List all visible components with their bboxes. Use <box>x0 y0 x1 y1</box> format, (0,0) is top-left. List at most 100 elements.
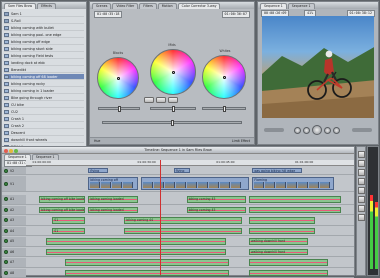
video-clip[interactable]: Flaming <box>252 177 334 190</box>
tab-video-filter[interactable]: Video Filter <box>112 3 138 9</box>
browser-item[interactable]: Sam 1 <box>4 11 84 17</box>
browser-item[interactable]: CU bike <box>4 102 84 108</box>
mids-color-wheel[interactable] <box>150 49 196 95</box>
next-edit-button[interactable] <box>333 127 340 134</box>
video-clip[interactable] <box>141 177 249 190</box>
track-visibility-icon[interactable] <box>4 239 8 243</box>
previous-edit-button[interactable] <box>294 127 301 134</box>
audio-clip[interactable]: biking coming 44 <box>124 217 242 224</box>
track-visibility-icon[interactable] <box>4 229 8 233</box>
tab-scenes[interactable]: Scenes <box>92 3 111 9</box>
audio-clip[interactable]: S1 <box>52 217 85 224</box>
audio-level-line[interactable] <box>250 231 314 232</box>
track-visibility-icon[interactable] <box>4 250 8 254</box>
mids-level-slider[interactable] <box>150 107 196 110</box>
audio-clip[interactable] <box>249 217 315 224</box>
browser-item[interactable]: Crash 1 <box>4 116 84 122</box>
pen-tool-icon[interactable] <box>358 196 365 203</box>
audio-clip[interactable] <box>249 270 328 277</box>
browser-item[interactable]: S-Roll <box>4 18 84 24</box>
browser-item[interactable]: biking coming stunt side <box>4 46 84 52</box>
browser-item[interactable]: Crash 2 <box>4 123 84 129</box>
auto-contrast-button[interactable] <box>156 97 166 103</box>
audio-clip[interactable]: biking coming off bike loaded <box>39 196 85 203</box>
track-header[interactable]: A3 <box>2 216 26 225</box>
mids-balance-puck[interactable] <box>172 71 175 74</box>
blacks-balance-puck[interactable] <box>117 77 120 80</box>
browser-item[interactable]: Descent <box>4 130 84 136</box>
tab-color-corrector[interactable]: Color Corrector 3-way <box>178 3 221 9</box>
track-visibility-icon[interactable] <box>4 208 8 212</box>
audio-level-line[interactable] <box>66 273 228 274</box>
track-header[interactable]: A5 <box>2 237 26 246</box>
blacks-color-wheel[interactable] <box>97 57 139 99</box>
selection-tool-icon[interactable] <box>358 151 365 158</box>
track-visibility-icon[interactable] <box>4 271 8 275</box>
audio-clip[interactable] <box>124 228 242 235</box>
tab-filters[interactable]: Filters <box>139 3 157 9</box>
audio-clip[interactable]: biking coming loaded <box>88 207 137 214</box>
audio-level-line[interactable] <box>250 210 340 211</box>
audio-clip[interactable]: biking coming loaded <box>88 196 137 203</box>
tab-motion[interactable]: Motion <box>158 3 177 9</box>
tab-effects[interactable]: Effects <box>37 3 56 9</box>
audio-level-line[interactable] <box>125 231 241 232</box>
tab-canvas-sequence-2[interactable]: Sequence 1 <box>288 3 315 9</box>
track-header[interactable]: A6 <box>2 248 26 257</box>
ripple-tool-icon[interactable] <box>358 169 365 176</box>
browser-item[interactable]: landing dock at ebb <box>4 60 84 66</box>
audio-clip[interactable]: biking coming 45 <box>187 207 246 214</box>
audio-level-line[interactable] <box>66 262 228 263</box>
audio-clip[interactable]: biking coming off bike loaded <box>39 207 85 214</box>
audio-level-line[interactable] <box>250 273 327 274</box>
track-header[interactable]: A4 <box>2 227 26 236</box>
browser-item[interactable]: Benedikt <box>4 67 84 73</box>
browser-item[interactable]: biking coming with bullet <box>4 25 84 31</box>
track-header[interactable]: V2 <box>2 167 26 174</box>
playhead[interactable] <box>160 160 161 275</box>
zoom-tool-icon[interactable] <box>358 205 365 212</box>
auto-black-button[interactable] <box>144 97 154 103</box>
browser-item[interactable]: biking coming pool- one edge <box>4 32 84 38</box>
audio-level-line[interactable] <box>250 262 327 263</box>
audio-clip[interactable]: walking downhill front <box>249 238 308 245</box>
audio-clip[interactable]: S1 <box>52 228 85 235</box>
limit-effect-label[interactable]: Limit Effect <box>232 139 250 143</box>
audio-level-line[interactable] <box>250 220 314 221</box>
play-around-button[interactable] <box>324 127 331 134</box>
browser-item[interactable]: Bike going through river <box>4 95 84 101</box>
track-header[interactable]: A7 <box>2 258 26 267</box>
timeline-ruler[interactable]: 01:00:00:00 01:00:30:00 01:00:45:00 01:0… <box>26 160 354 166</box>
audio-clip[interactable] <box>46 238 226 245</box>
track-header[interactable]: V1 <box>2 176 26 191</box>
razor-tool-icon[interactable] <box>358 178 365 185</box>
browser-item[interactable]: biking coming in 1 loader <box>4 88 84 94</box>
track-visibility-icon[interactable] <box>4 182 8 186</box>
track-header[interactable]: A8 <box>2 269 26 278</box>
browser-item[interactable]: biking coming rocky <box>4 81 84 87</box>
tab-browser[interactable]: Sam Files Brow <box>4 3 36 9</box>
audio-clip[interactable] <box>249 196 341 203</box>
browser-item[interactable]: CU2 <box>4 109 84 115</box>
video-clip[interactable]: flying <box>88 168 108 173</box>
audio-clip[interactable]: walking downhill front <box>249 249 308 256</box>
shuttle-control[interactable] <box>264 128 284 132</box>
hand-tool-icon[interactable] <box>358 214 365 221</box>
track-visibility-icon[interactable] <box>4 260 8 264</box>
timecode-in[interactable]: 01:00:35:18 <box>94 11 122 18</box>
saturation-slider[interactable] <box>102 121 242 124</box>
track-visibility-icon[interactable] <box>4 218 8 222</box>
play-button[interactable] <box>312 125 322 135</box>
audio-level-line[interactable] <box>250 199 340 200</box>
audio-level-line[interactable] <box>47 252 225 253</box>
whites-color-wheel[interactable] <box>202 55 246 99</box>
browser-item[interactable]: biking coming Field tests <box>4 53 84 59</box>
jog-control[interactable] <box>352 128 372 132</box>
slip-tool-icon[interactable] <box>358 187 365 194</box>
auto-white-button[interactable] <box>168 97 178 103</box>
track-header[interactable]: A2 <box>2 206 26 215</box>
edit-select-tool-icon[interactable] <box>358 160 365 167</box>
audio-clip[interactable] <box>65 259 229 266</box>
play-in-out-button[interactable] <box>303 127 310 134</box>
track-header[interactable]: A1 <box>2 195 26 204</box>
